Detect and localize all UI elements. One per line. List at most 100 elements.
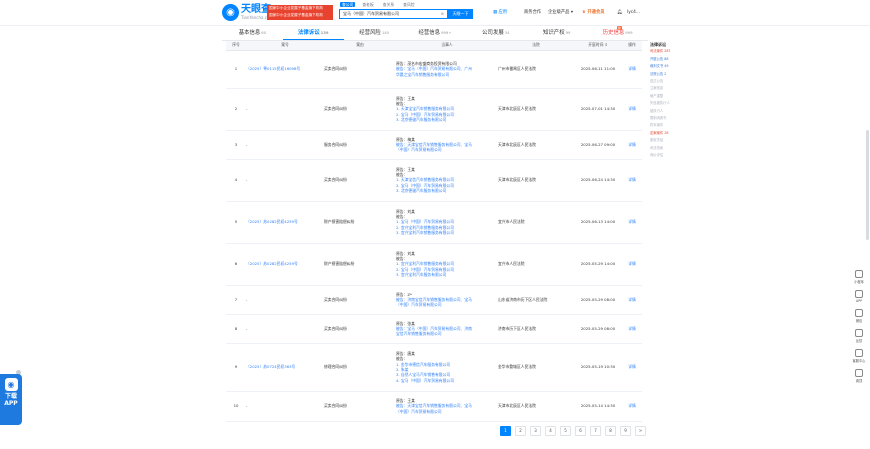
search-tab-risk[interactable]: 查风险	[401, 2, 416, 7]
search-button[interactable]: 天眼一下	[448, 9, 473, 19]
site-logo[interactable]: ◉ 天眼查 TianYancha.com	[222, 4, 273, 21]
case-number: -	[246, 141, 248, 147]
detail-link[interactable]: 详情	[628, 261, 636, 266]
side-filter-item[interactable]: 司法案件 287	[650, 48, 686, 55]
row-index: 6	[234, 261, 238, 267]
party-line[interactable]: 华晨之宝汽车销售服务有限公司	[396, 72, 498, 77]
tab-ip[interactable]: 知识产权99	[526, 27, 587, 40]
tab-legal[interactable]: 法律诉讼139	[282, 27, 344, 40]
party-line[interactable]: 3. 北京德骏汽车服务有限公司	[396, 188, 498, 193]
party-line[interactable]: 3. 宜兴宝利汽车销售服务有限公司	[396, 230, 498, 235]
row-index: 8	[234, 325, 238, 331]
side-filter-item[interactable]: 询价评估	[650, 152, 686, 159]
right-tool-item[interactable]: 客服中心	[851, 349, 867, 363]
case-cause: 买卖合同纠纷	[324, 403, 347, 409]
court-name: 广州市番禺区人民法院	[498, 66, 536, 72]
right-toolbar: 小程序 APP 微信反馈客服中心置顶	[851, 270, 867, 389]
detail-link[interactable]: 详情	[628, 142, 636, 147]
right-tool-item[interactable]: 小程序	[851, 270, 867, 284]
page-button[interactable]: 1	[500, 426, 511, 436]
side-filter-item[interactable]: 定案案件 28	[650, 130, 686, 137]
right-tool-label: 小程序	[854, 280, 864, 284]
page-button[interactable]: 5	[560, 426, 571, 436]
row-index: 4	[234, 177, 238, 183]
nav-business[interactable]: 商务合作	[524, 10, 541, 16]
side-filter-item[interactable]: 终本案件	[650, 122, 686, 129]
case-cause: 买卖合同纠纷	[324, 106, 347, 112]
tab-business-risk[interactable]: 经营风险140	[344, 27, 405, 40]
right-tool-item[interactable]: 置顶	[851, 369, 867, 383]
party-line[interactable]: （中国）汽车贸易有限公司	[396, 302, 498, 307]
page-button[interactable]: 6	[575, 426, 586, 436]
side-filter-item[interactable]: 失信被执行人	[650, 100, 686, 107]
party-line[interactable]: 宝信汽车销售服务有限公司	[396, 331, 498, 336]
next-page-button[interactable]: >	[635, 426, 646, 436]
detail-link[interactable]: 详情	[628, 326, 636, 331]
bell-icon[interactable]: 🔔︎	[617, 10, 622, 16]
page-button[interactable]: 8	[605, 426, 616, 436]
search-tab-relation[interactable]: 查关系	[381, 2, 396, 7]
hearing-time: 2025-06-27 09:00	[580, 141, 616, 147]
side-filter-item[interactable]: 送达公告	[650, 78, 686, 85]
page-button[interactable]: 7	[590, 426, 601, 436]
detail-link[interactable]: 详情	[628, 106, 636, 111]
clear-icon[interactable]: ⊗	[441, 10, 444, 18]
side-filter-item[interactable]: 司法拍卖	[650, 145, 686, 152]
case-number[interactable]: （2025）苏0282民初4259号	[246, 261, 298, 266]
party-line[interactable]: 3. 北京德骏汽车服务有限公司	[396, 117, 498, 122]
detail-link[interactable]: 详情	[628, 219, 636, 224]
case-cause: 买卖合同纠纷	[324, 66, 347, 72]
side-filter-item[interactable]: 限制消费令	[650, 115, 686, 122]
col-time[interactable]: 开庭时间 ⇕	[574, 41, 622, 51]
tab-development[interactable]: 公司发展34	[465, 27, 526, 40]
search-tabs: 查公司 查老板 查关系 查风险	[340, 2, 417, 7]
nav-apps[interactable]: ▦ 应用	[493, 10, 507, 16]
tab-basic-info[interactable]: 基本信息60	[222, 27, 283, 40]
side-filter-item[interactable]: 法院公告 2	[650, 71, 686, 78]
row-index: 3	[234, 141, 238, 147]
page-button[interactable]: 2	[515, 426, 526, 436]
page-button[interactable]: 4	[545, 426, 556, 436]
nav-vip[interactable]: ♛ 开通会员	[582, 10, 605, 16]
case-number[interactable]: （2025）苏0282民初4259号	[246, 219, 298, 224]
side-filter-item[interactable]: 立案信息	[650, 85, 686, 92]
detail-link[interactable]: 详情	[628, 66, 636, 71]
side-filter-item[interactable]: 开庭公告 88	[650, 56, 686, 63]
side-filter-item[interactable]: 被执行人	[650, 108, 686, 115]
nav-user[interactable]: lyc4...	[627, 10, 640, 16]
detail-link[interactable]: 详情	[628, 403, 636, 408]
search-value: 宝马（中国）汽车贸易有限公司	[343, 11, 399, 16]
right-tool-item[interactable]: 反馈	[851, 329, 867, 343]
search-input[interactable]: 宝马（中国）汽车贸易有限公司 ⊗	[339, 9, 448, 19]
side-filter-item[interactable]: 裁判文书 49	[650, 63, 686, 70]
right-tool-item[interactable]: 微信	[851, 309, 867, 323]
search-tab-boss[interactable]: 查老板	[360, 2, 375, 7]
side-filter-item[interactable]: 破产重整	[650, 93, 686, 100]
app-logo-icon: ◉	[4, 378, 18, 391]
party-line[interactable]: 4. 宝马（中国）汽车贸易有限公司	[396, 378, 498, 383]
search-tab-company[interactable]: 查公司	[340, 2, 356, 7]
table-row: 10- 买卖合同纠纷 原告：王某 被告：天津宝信汽车销售服务有限公司、宝马 （中国）汽车…	[226, 391, 642, 422]
party-line[interactable]: 3. 宜兴宝利汽车服务有限公司	[396, 272, 498, 277]
hearing-time: 2025-06-24 14:30	[580, 177, 616, 183]
promo-banner[interactable]: 国家中小企业发展子基金旗下机构 国家中小企业发展子基金旗下机构	[267, 5, 333, 20]
party-line[interactable]: （中国）汽车贸易有限公司	[396, 409, 498, 414]
scrollbar[interactable]	[866, 130, 869, 240]
court-name: 天津市北辰区人民法院	[498, 177, 536, 183]
tab-business-info[interactable]: 经营信息999+	[405, 27, 466, 40]
page-button[interactable]: 9	[620, 426, 631, 436]
detail-link[interactable]: 详情	[628, 364, 636, 369]
download-app-float[interactable]: ◉ 下载 APP	[0, 374, 22, 425]
page-button[interactable]: 3	[530, 426, 541, 436]
right-tool-label: 反馈	[855, 339, 863, 343]
nav-enterprise[interactable]: 企业级产品 ▾	[548, 10, 573, 16]
right-tool-item[interactable]: APP	[851, 290, 867, 303]
case-number[interactable]: （2025）粤0115民初16098号	[246, 66, 300, 71]
row-index: 2	[234, 106, 238, 112]
detail-link[interactable]: 详情	[628, 297, 636, 302]
detail-link[interactable]: 详情	[628, 177, 636, 182]
side-filter-item[interactable]: 股权冻结	[650, 137, 686, 144]
party-line[interactable]: （中国）汽车贸易有限公司	[396, 147, 498, 152]
case-cause: 财产损害赔偿纠纷	[324, 219, 355, 225]
case-number[interactable]: （2025）苏0724民初363号	[246, 364, 295, 369]
